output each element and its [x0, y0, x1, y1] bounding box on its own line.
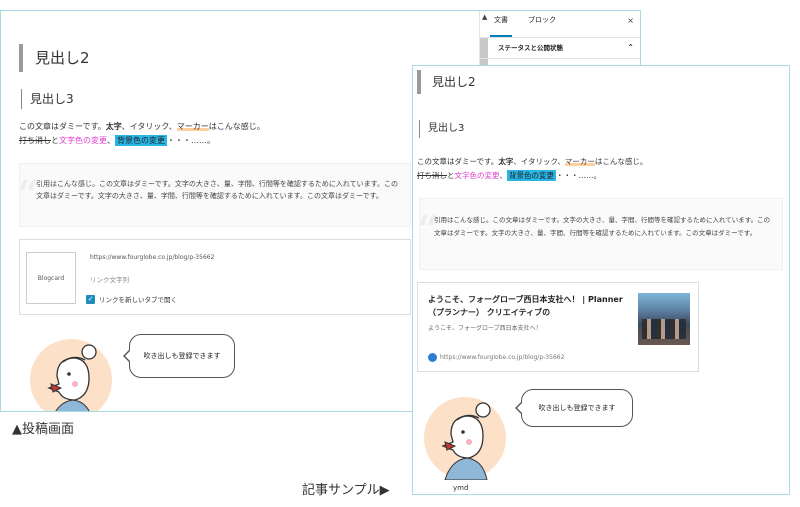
- bold-text: 太字: [105, 122, 122, 131]
- avatar-name: ymd: [453, 484, 469, 492]
- marker-text: マーカー: [176, 122, 209, 131]
- marker-text: マーカー: [564, 157, 595, 166]
- text: はこんな感じ。: [208, 122, 265, 131]
- text: ・・・……。: [167, 136, 215, 145]
- blogcard-url[interactable]: https://www.fourglobe.co.jp/blog/p-35662: [90, 254, 214, 261]
- quote-text: 引用はこんな感じ。この文章はダミーです。文字の大きさ、量、字間、行間等を確認する…: [36, 180, 398, 200]
- close-icon[interactable]: ×: [627, 16, 634, 25]
- blogcard-image: [638, 293, 690, 345]
- editor-heading3[interactable]: 見出し3: [21, 89, 74, 109]
- text: 、: [107, 136, 115, 145]
- sample-paragraph1: この文章はダミーです。太字、イタリック、マーカーはこんな感じ。: [417, 156, 647, 168]
- colored-text: 文字色の変更: [59, 136, 107, 145]
- blogcard-url: https://www.fourglobe.co.jp/blog/p-35662: [440, 354, 565, 361]
- quote-text: 引用はこんな感じ。この文章はダミーです。文字の大きさ、量、字間、行間等を確認する…: [434, 216, 771, 237]
- sidebar-tabs: 文書 ブロック: [490, 11, 560, 37]
- blogcard-link-text-field[interactable]: リンク文字列: [90, 274, 129, 284]
- editor-paragraph1[interactable]: この文章はダミーです。太字、イタリック、マーカーはこんな感じ。: [19, 121, 265, 133]
- editor-blockquote[interactable]: “ 引用はこんな感じ。この文章はダミーです。文字の大きさ、量、字間、行間等を確認…: [16, 163, 411, 227]
- colored-text: 文字色の変更: [454, 171, 500, 180]
- blogcard-title[interactable]: ようこそ、フォーグローブ西日本支社へ！ | Planner（プランナー） クリエ…: [428, 293, 628, 319]
- panel-title: ステータスと公開状態: [498, 44, 563, 52]
- text: この文章はダミーです。: [19, 122, 106, 131]
- sample-heading3: 見出し3: [419, 120, 464, 138]
- text: 、イタリック、: [121, 122, 177, 131]
- text: と: [447, 171, 455, 180]
- checkbox-label: リンクを新しいタブで開く: [99, 296, 177, 304]
- tab-document[interactable]: 文書: [490, 11, 512, 37]
- strike-text: 打ち消し: [19, 136, 51, 145]
- caption-article-sample: 記事サンプル▶: [302, 483, 390, 498]
- text: ・・・……。: [556, 171, 601, 180]
- chevron-up-icon[interactable]: ⌃: [627, 38, 634, 58]
- checkbox-checked-icon[interactable]: ✓: [86, 294, 95, 304]
- new-tab-checkbox[interactable]: ✓ リンクを新しいタブで開く: [86, 294, 177, 304]
- sample-blogcard[interactable]: ようこそ、フォーグローブ西日本支社へ！ | Planner（プランナー） クリエ…: [417, 282, 699, 372]
- caption-post-screen: ▲投稿画面: [12, 422, 74, 437]
- speech-bubble[interactable]: 吹き出しも登録できます: [123, 334, 235, 378]
- background-colored-text: 背景色の変更: [115, 135, 167, 146]
- strike-text: 打ち消し: [417, 171, 447, 180]
- scroll-up-icon[interactable]: ▲: [482, 13, 487, 21]
- text: はこんな感じ。: [594, 157, 648, 166]
- blogcard-description: ようこそ、フォーグローブ西日本支社へ！: [428, 325, 542, 332]
- text: 、イタリック、: [513, 157, 565, 166]
- sample-blockquote: “ 引用はこんな感じ。この文章はダミーです。文字の大きさ、量、字間、行間等を確認…: [416, 198, 783, 270]
- blogcard-site[interactable]: https://www.fourglobe.co.jp/blog/p-35662: [428, 353, 564, 362]
- blogcard-thumbnail: Blogcard: [26, 252, 76, 304]
- sample-paragraph2: 打ち消しと文字色の変更、 背景色の変更 ・・・……。: [417, 170, 601, 182]
- editor-paragraph2[interactable]: 打ち消しと文字色の変更、 背景色の変更 ・・・……。: [19, 135, 215, 147]
- tab-block[interactable]: ブロック: [524, 11, 560, 37]
- background-colored-text: 背景色の変更: [507, 170, 556, 181]
- article-sample-panel: 見出し2 見出し3 この文章はダミーです。太字、イタリック、マーカーはこんな感じ…: [412, 65, 790, 495]
- text: 、: [499, 171, 508, 180]
- editor-blogcard-block[interactable]: Blogcard https://www.fourglobe.co.jp/blo…: [19, 239, 411, 315]
- text: この文章はダミーです。: [417, 157, 499, 166]
- editor-heading2[interactable]: 見出し2: [19, 44, 90, 72]
- bold-text: 太字: [498, 157, 514, 166]
- site-favicon-icon: [428, 353, 437, 362]
- avatar-icon: [424, 397, 506, 480]
- status-visibility-panel[interactable]: ステータスと公開状態 ⌃: [480, 37, 640, 59]
- avatar-icon: [30, 339, 112, 411]
- quote-mark-icon: “: [416, 207, 439, 258]
- sample-heading2: 見出し2: [417, 70, 476, 94]
- text: と: [51, 136, 59, 145]
- quote-mark-icon: “: [16, 172, 39, 223]
- speech-bubble: 吹き出しも登録できます: [515, 389, 633, 427]
